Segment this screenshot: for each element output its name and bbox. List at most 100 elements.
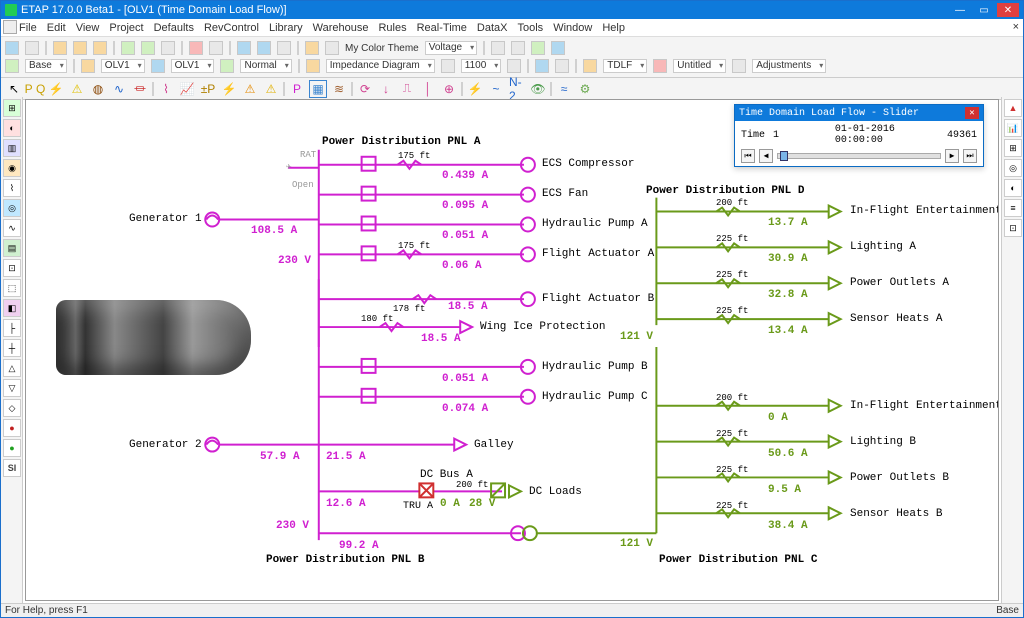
tb-undo-icon[interactable]: [121, 41, 135, 55]
tb-paste-icon[interactable]: [93, 41, 107, 55]
zoom-dropdown[interactable]: 1100: [461, 59, 502, 73]
menu-help[interactable]: Help: [602, 22, 625, 34]
tb-adj-icon[interactable]: [732, 59, 746, 73]
palette-item[interactable]: ▤: [3, 239, 21, 257]
menu-warehouse[interactable]: Warehouse: [313, 22, 369, 34]
tb-redo-icon[interactable]: [141, 41, 155, 55]
motor-icon[interactable]: ◍: [89, 80, 107, 98]
tb-tdlf-icon[interactable]: [583, 59, 597, 73]
tb-study-icon[interactable]: [653, 59, 667, 73]
tb-zoom-icon[interactable]: [189, 41, 203, 55]
doc-close-button[interactable]: ×: [1013, 21, 1019, 33]
palette-item[interactable]: ●: [3, 439, 21, 457]
tb-net-icon[interactable]: [306, 59, 320, 73]
tb-snap-icon[interactable]: [257, 41, 271, 55]
tb-find-icon[interactable]: [305, 41, 319, 55]
palette-si[interactable]: SI: [3, 459, 21, 477]
cursor-icon[interactable]: ↖: [5, 80, 23, 98]
tb-layer-icon[interactable]: [277, 41, 291, 55]
palette-item[interactable]: ◧: [3, 299, 21, 317]
menu-file[interactable]: File: [19, 22, 37, 34]
tb-pan-icon[interactable]: [209, 41, 223, 55]
warn-icon[interactable]: ⚠: [68, 80, 86, 98]
tb-stop-icon[interactable]: [511, 41, 525, 55]
rpal-chart-icon[interactable]: 📊: [1004, 119, 1022, 137]
rpal-item[interactable]: ⊡: [1004, 219, 1022, 237]
palette-item[interactable]: ◎: [3, 199, 21, 217]
rpal-item[interactable]: ⊞: [1004, 139, 1022, 157]
palette-item[interactable]: ⌇: [3, 179, 21, 197]
cable-icon[interactable]: ⎍: [398, 80, 416, 98]
tb-theme-icon[interactable]: [325, 41, 339, 55]
tb-open-icon[interactable]: [25, 41, 39, 55]
conn-icon[interactable]: ⊕: [440, 80, 458, 98]
tb-new-icon[interactable]: [5, 41, 19, 55]
palette-item[interactable]: △: [3, 359, 21, 377]
menu-window[interactable]: Window: [553, 22, 592, 34]
square-icon[interactable]: ▦: [309, 80, 327, 98]
wave3-icon[interactable]: ≈: [555, 80, 573, 98]
adjustments-dropdown[interactable]: Adjustments: [752, 59, 826, 73]
menu-tools[interactable]: Tools: [518, 22, 544, 34]
tb-save-icon[interactable]: [5, 59, 19, 73]
pq-icon[interactable]: P Q: [26, 80, 44, 98]
base-dropdown[interactable]: Base: [25, 59, 67, 73]
palette-item[interactable]: ┼: [3, 339, 21, 357]
menu-edit[interactable]: Edit: [47, 22, 66, 34]
menu-rules[interactable]: Rules: [378, 22, 406, 34]
gen-icon[interactable]: ⟳: [356, 80, 374, 98]
menu-datax[interactable]: DataX: [477, 22, 508, 34]
tb-olv-icon[interactable]: [151, 59, 165, 73]
tb-kv-icon[interactable]: [507, 59, 521, 73]
menu-defaults[interactable]: Defaults: [154, 22, 194, 34]
units-dropdown[interactable]: Voltage: [425, 41, 477, 55]
wave-icon[interactable]: ∿: [110, 80, 128, 98]
maximize-button[interactable]: ▭: [973, 3, 995, 17]
tb-print-icon[interactable]: [161, 41, 175, 55]
palette-item[interactable]: ⊞: [3, 99, 21, 117]
palette-item[interactable]: ◇: [3, 399, 21, 417]
palette-item[interactable]: ∿: [3, 219, 21, 237]
menu-library[interactable]: Library: [269, 22, 303, 34]
minimize-button[interactable]: —: [949, 3, 971, 17]
bolt-icon[interactable]: ⚡: [47, 80, 65, 98]
close-button[interactable]: ✕: [997, 3, 1019, 17]
rpal-item[interactable]: ▲: [1004, 99, 1022, 117]
tb-opt2-icon[interactable]: [555, 59, 569, 73]
palette-item[interactable]: ◐: [3, 119, 21, 137]
palette-item[interactable]: ├: [3, 319, 21, 337]
palette-item[interactable]: ⬚: [3, 279, 21, 297]
palette-item[interactable]: ◉: [3, 159, 21, 177]
tb-run-icon[interactable]: [491, 41, 505, 55]
menu-project[interactable]: Project: [109, 22, 143, 34]
wave2-icon[interactable]: ~: [487, 80, 505, 98]
rpal-item[interactable]: ◎: [1004, 159, 1022, 177]
tb-import-icon[interactable]: [551, 41, 565, 55]
gear-icon[interactable]: ⚙: [576, 80, 594, 98]
bolt3-icon[interactable]: ⚡: [466, 80, 484, 98]
rpal-item[interactable]: ≡: [1004, 199, 1022, 217]
tb-opt-icon[interactable]: [535, 59, 549, 73]
xfmr-icon[interactable]: ≋: [330, 80, 348, 98]
warn2-icon[interactable]: ⚠: [241, 80, 259, 98]
plus-p-icon[interactable]: ±P: [199, 80, 217, 98]
palette-item[interactable]: ●: [3, 419, 21, 437]
tb-cut-icon[interactable]: [53, 41, 67, 55]
untitled-dropdown[interactable]: Untitled: [673, 59, 726, 73]
normal-dropdown[interactable]: Normal: [240, 59, 291, 73]
tb-copy-icon[interactable]: [73, 41, 87, 55]
palette-item[interactable]: ▽: [3, 379, 21, 397]
n2-label[interactable]: N-2: [508, 80, 526, 98]
load-icon[interactable]: ↓: [377, 80, 395, 98]
olv-left-dropdown[interactable]: OLV1: [101, 59, 145, 73]
tb-zoomfit-icon[interactable]: [441, 59, 455, 73]
rpal-item[interactable]: ◐: [1004, 179, 1022, 197]
tdlf-dropdown[interactable]: TDLF: [603, 59, 647, 73]
pulse-icon[interactable]: ⏛: [131, 80, 149, 98]
diagram-canvas[interactable]: Time Domain Load Flow - Slider ✕ Time 1 …: [25, 99, 999, 601]
menu-revcontrol[interactable]: RevControl: [204, 22, 259, 34]
bolt2-icon[interactable]: ⚡: [220, 80, 238, 98]
tb-export-icon[interactable]: [531, 41, 545, 55]
menu-view[interactable]: View: [76, 22, 100, 34]
graph-icon[interactable]: 📈: [178, 80, 196, 98]
